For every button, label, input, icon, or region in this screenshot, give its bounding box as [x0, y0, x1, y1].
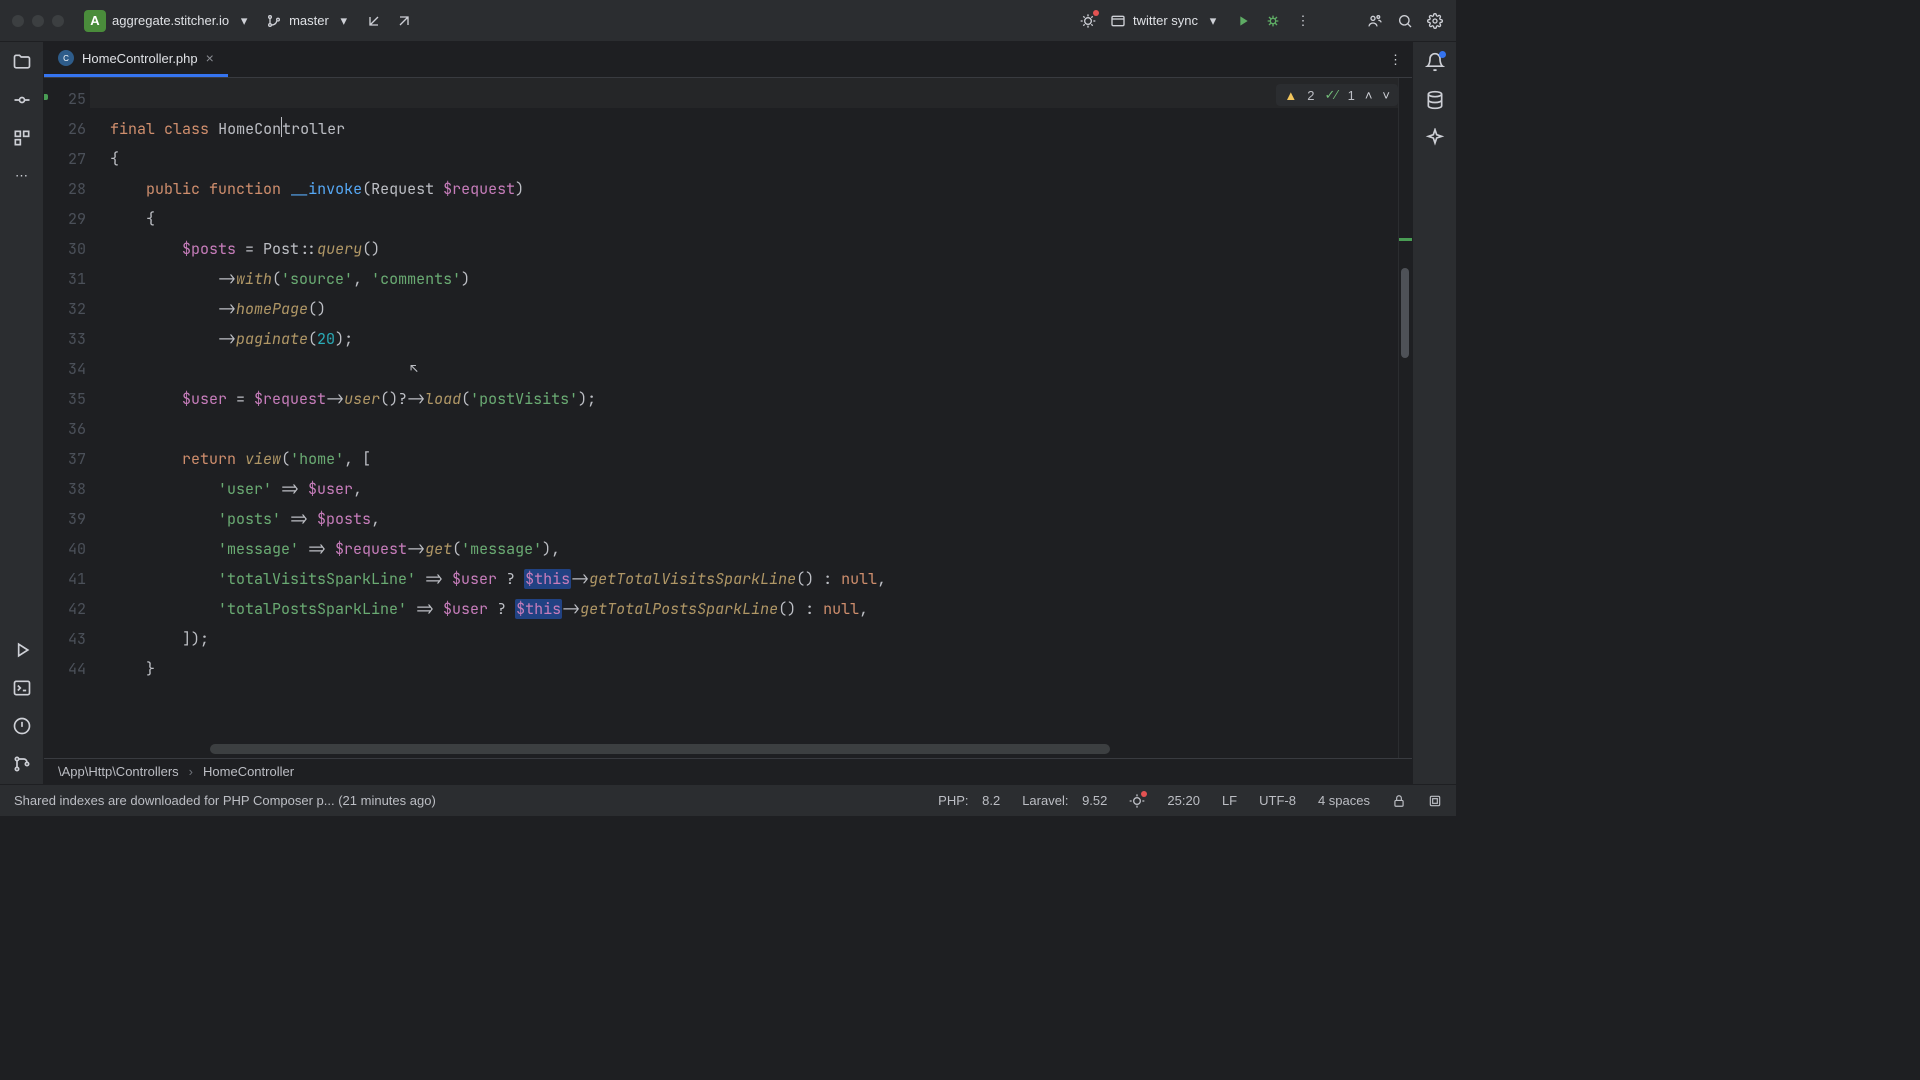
- file-encoding[interactable]: UTF-8: [1259, 793, 1296, 808]
- pass-count: 1: [1348, 88, 1355, 103]
- project-name: aggregate.stitcher.io: [112, 13, 229, 28]
- chevron-down-icon: ▾: [1204, 12, 1222, 30]
- cursor-position[interactable]: 25:20: [1167, 793, 1200, 808]
- more-actions-icon[interactable]: ⋮: [1294, 12, 1312, 30]
- mouse-cursor-icon: ↖: [410, 354, 418, 384]
- database-tool-icon[interactable]: [1425, 90, 1445, 110]
- run-config-name: twitter sync: [1133, 13, 1198, 28]
- check-icon: ✓⁄: [1325, 87, 1338, 103]
- run-config-selector[interactable]: twitter sync ▾: [1109, 12, 1222, 30]
- vcs-tool-icon[interactable]: [12, 754, 32, 774]
- warning-icon: ▲: [1284, 88, 1297, 103]
- status-inspection-icon[interactable]: [1129, 793, 1145, 809]
- chevron-right-icon: ›: [189, 764, 193, 779]
- tab-label: HomeController.php: [82, 51, 198, 66]
- debug-button[interactable]: [1264, 12, 1282, 30]
- breadcrumb-namespace[interactable]: \App\Http\Controllers: [58, 764, 179, 779]
- ai-assistant-icon[interactable]: [1425, 128, 1445, 148]
- vcs-pull-icon[interactable]: [365, 12, 383, 30]
- run-button[interactable]: [1234, 12, 1252, 30]
- window-controls: [12, 15, 64, 27]
- breadcrumb-class[interactable]: HomeController: [203, 764, 294, 779]
- line-gutter: 2526272829303132333435363738394041424344: [44, 78, 100, 758]
- title-bar: A aggregate.stitcher.io ▾ master ▾ twitt…: [0, 0, 1456, 42]
- horizontal-scrollbar[interactable]: [210, 744, 1110, 754]
- code-with-me-icon[interactable]: [1366, 12, 1384, 30]
- status-bar: Shared indexes are downloaded for PHP Co…: [0, 784, 1456, 816]
- zen-mode-icon[interactable]: [1428, 794, 1442, 808]
- minimize-window[interactable]: [32, 15, 44, 27]
- warning-count: 2: [1307, 88, 1314, 103]
- tab-homecontroller[interactable]: C HomeController.php ×: [44, 42, 228, 77]
- left-tool-rail: ⋯: [0, 42, 44, 784]
- notifications-icon[interactable]: [1425, 52, 1445, 72]
- chevron-down-icon[interactable]: ˅: [1382, 88, 1390, 103]
- commit-tool-icon[interactable]: [12, 90, 32, 110]
- terminal-tool-icon[interactable]: [12, 678, 32, 698]
- problems-tool-icon[interactable]: [12, 716, 32, 736]
- ide-errors-icon[interactable]: [1079, 12, 1097, 30]
- tabs-menu-icon[interactable]: ⋮: [1379, 42, 1412, 77]
- laravel-version[interactable]: Laravel: 9.52: [1022, 793, 1107, 808]
- maximize-window[interactable]: [52, 15, 64, 27]
- readonly-lock-icon[interactable]: [1392, 794, 1406, 808]
- minimap-change-marker: [1399, 238, 1412, 241]
- project-tool-icon[interactable]: [12, 52, 32, 72]
- editor-minimap[interactable]: [1398, 78, 1412, 758]
- code-editor[interactable]: 2526272829303132333435363738394041424344…: [44, 78, 1412, 758]
- inspection-widget[interactable]: ▲ 2 ✓⁄ 1 ˄ ˅: [1276, 84, 1398, 106]
- editor-area: C HomeController.php × ⋮ 252627282930313…: [44, 42, 1412, 784]
- chevron-down-icon: ▾: [335, 12, 353, 30]
- chevron-down-icon: ▾: [235, 12, 253, 30]
- vcs-push-icon[interactable]: [395, 12, 413, 30]
- branch-name: master: [289, 13, 329, 28]
- close-tab-icon[interactable]: ×: [206, 50, 214, 66]
- more-tools-icon[interactable]: ⋯: [12, 166, 32, 186]
- settings-icon[interactable]: [1426, 12, 1444, 30]
- run-tool-icon[interactable]: [12, 640, 32, 660]
- close-window[interactable]: [12, 15, 24, 27]
- php-version[interactable]: PHP: 8.2: [938, 793, 1000, 808]
- git-branch-selector[interactable]: master ▾: [265, 12, 353, 30]
- project-selector[interactable]: A aggregate.stitcher.io ▾: [84, 10, 253, 32]
- code-content[interactable]: final class HomeController { public func…: [100, 78, 1398, 758]
- status-message[interactable]: Shared indexes are downloaded for PHP Co…: [14, 793, 436, 808]
- project-badge: A: [84, 10, 106, 32]
- editor-tabs: C HomeController.php × ⋮: [44, 42, 1412, 78]
- php-file-icon: C: [58, 50, 74, 66]
- minimap-thumb[interactable]: [1401, 268, 1409, 358]
- indent-settings[interactable]: 4 spaces: [1318, 793, 1370, 808]
- run-config-icon: [1109, 12, 1127, 30]
- right-tool-rail: [1412, 42, 1456, 784]
- search-everywhere-icon[interactable]: [1396, 12, 1414, 30]
- line-separator[interactable]: LF: [1222, 793, 1237, 808]
- chevron-up-icon[interactable]: ˄: [1365, 88, 1373, 103]
- branch-icon: [265, 12, 283, 30]
- structure-tool-icon[interactable]: [12, 128, 32, 148]
- breadcrumb-bar: \App\Http\Controllers › HomeController: [44, 758, 1412, 784]
